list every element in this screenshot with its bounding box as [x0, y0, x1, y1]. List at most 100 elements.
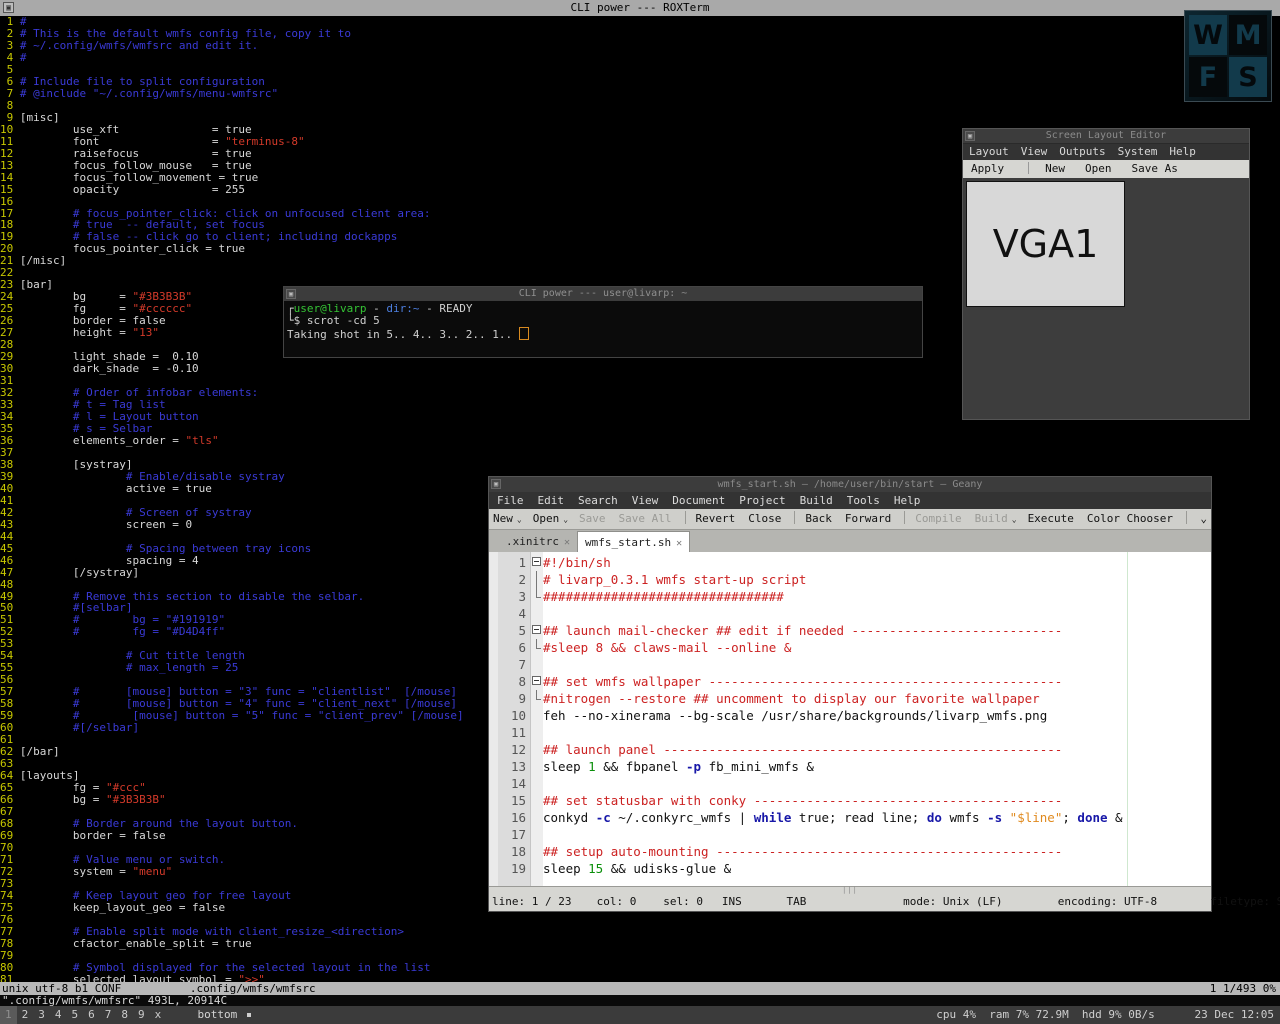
menu-item-help[interactable]: Help [894, 494, 921, 507]
menu-item-project[interactable]: Project [739, 494, 785, 507]
chevron-down-icon[interactable]: ⌄ [517, 515, 522, 524]
tag-x[interactable]: x [150, 1006, 167, 1024]
vim-command-line: ".config/wmfs/wmfsrc" 493L, 20914C [0, 995, 1280, 1006]
editor-source-code[interactable]: #!/bin/sh # livarp_0.3.1 wmfs start-up s… [543, 554, 1123, 877]
screen-layout-canvas[interactable]: VGA1 [963, 178, 1249, 419]
secondary-terminal-body[interactable]: ┌user@livarp - dir:~ - READY └$ scrot -c… [284, 301, 922, 343]
status-filetype: filetype: Sh [1210, 893, 1280, 910]
fold-toggle-icon[interactable] [532, 673, 542, 690]
window-menu-icon[interactable]: ▣ [286, 289, 296, 299]
secondary-terminal-title-text: CLI power --- user@livarp: ~ [519, 288, 688, 299]
tag-4[interactable]: 4 [50, 1006, 67, 1024]
screen-layout-editor-titlebar[interactable]: ▣ Screen Layout Editor [963, 129, 1249, 144]
tag-3[interactable]: 3 [33, 1006, 50, 1024]
fold-toggle-icon[interactable] [532, 622, 542, 639]
status-indent-mode: TAB [787, 893, 897, 910]
toolbar-separator [685, 511, 686, 524]
roxterm-titlebar[interactable]: ▣ CLI power --- ROXTerm [0, 0, 1280, 16]
menu-item-document[interactable]: Document [672, 494, 725, 507]
menu-item-file[interactable]: File [497, 494, 524, 507]
secondary-terminal-titlebar[interactable]: ▣ CLI power --- user@livarp: ~ [284, 287, 922, 301]
geany-title-text: wmfs_start.sh – /home/user/bin/start – G… [718, 479, 983, 490]
tag-6[interactable]: 6 [83, 1006, 100, 1024]
toolbar-color-chooser-button[interactable]: Color Chooser [1087, 509, 1173, 529]
toolbar-revert-button[interactable]: Revert [696, 509, 736, 529]
fold-end-icon[interactable] [532, 588, 542, 605]
toolbar-forward-button[interactable]: Forward [845, 509, 891, 529]
toolbar-new-button[interactable]: New [493, 509, 513, 529]
toolbar-save-button: Save [579, 509, 606, 529]
save-as-button[interactable]: Save As [1132, 162, 1178, 175]
line-numbers: 1 2 3 4 5 6 7 8 9 10 11 12 13 14 15 16 1… [498, 552, 530, 877]
window-menu-icon[interactable]: ▣ [491, 479, 501, 489]
toolbar-save-all-button: Save All [619, 509, 672, 529]
infobar-status-text: cpu 4% ram 7% 72.9M hdd 9% 0B/s 23 Dec 1… [936, 1006, 1274, 1024]
fold-toggle-icon[interactable] [532, 554, 542, 571]
wmfs-logo-letter-f: F [1189, 57, 1227, 97]
toolbar-execute-button[interactable]: Execute [1028, 509, 1074, 529]
screen-layout-editor-title-text: Screen Layout Editor [1046, 130, 1166, 141]
screen-layout-editor-toolbar[interactable]: Apply New Open Save As [963, 160, 1249, 179]
tag-1[interactable]: 1 [0, 1006, 17, 1024]
menu-item-tools[interactable]: Tools [847, 494, 880, 507]
toolbar-open-button[interactable]: Open [533, 509, 560, 529]
menu-item-search[interactable]: Search [578, 494, 618, 507]
geany-titlebar[interactable]: ▣ wmfs_start.sh – /home/user/bin/start –… [489, 477, 1211, 492]
prompt-dash-2: - [419, 302, 439, 315]
status-encoding: encoding: UTF-8 [1058, 893, 1204, 910]
toolbar-close-button[interactable]: Close [748, 509, 781, 529]
screen-layout-editor-window[interactable]: ▣ Screen Layout Editor Layout View Outputs… [962, 128, 1250, 420]
menu-item-outputs[interactable]: Outputs [1059, 145, 1105, 158]
wmfs-infobar[interactable]: 123456789x bottom cpu 4% ram 7% 72.9M hd… [0, 1006, 1280, 1024]
geany-window[interactable]: ▣ wmfs_start.sh – /home/user/bin/start –… [488, 476, 1212, 912]
tag-2[interactable]: 2 [17, 1006, 34, 1024]
fold-line-icon[interactable] [532, 571, 542, 588]
menu-item-system[interactable]: System [1118, 145, 1158, 158]
secondary-terminal-window[interactable]: ▣ CLI power --- user@livarp: ~ ┌user@liv… [283, 286, 923, 358]
prompt-state: READY [439, 302, 472, 315]
status-eol-mode: mode: Unix (LF) [903, 893, 1051, 910]
screen-layout-editor-menubar[interactable]: Layout View Outputs System Help [963, 144, 1249, 160]
selbar-client-title[interactable]: bottom [192, 1006, 238, 1024]
menu-item-help[interactable]: Help [1169, 145, 1196, 158]
tag-9[interactable]: 9 [133, 1006, 150, 1024]
status-sel: sel: 0 [663, 893, 715, 910]
vim-status-position: 1 1/493 0% [1210, 982, 1280, 995]
menu-item-view[interactable]: View [632, 494, 659, 507]
geany-editor-area[interactable]: 1 2 3 4 5 6 7 8 9 10 11 12 13 14 15 16 1… [489, 552, 1211, 886]
wmfs-logo-dockapp: W M F S [1184, 10, 1272, 102]
chevron-down-icon[interactable]: ⌄ [563, 515, 568, 524]
toolbar-back-button[interactable]: Back [805, 509, 832, 529]
menu-item-build[interactable]: Build [800, 494, 833, 507]
tag-8[interactable]: 8 [116, 1006, 133, 1024]
geany-menubar[interactable]: File Edit Search View Document Project Build To… [489, 492, 1211, 509]
status-col: col: 0 [597, 893, 657, 910]
tab--xinitrc[interactable]: .xinitrc✕ [499, 531, 577, 552]
geany-toolbar[interactable]: New⌄Open⌄SaveSave AllRevertCloseBackForw… [489, 509, 1211, 530]
toolbar-separator [1186, 511, 1187, 524]
window-menu-icon[interactable]: ▣ [3, 2, 14, 13]
chevron-down-icon[interactable]: ⌄ [1012, 515, 1017, 524]
menu-item-edit[interactable]: Edit [538, 494, 565, 507]
output-vga1[interactable]: VGA1 [966, 181, 1125, 307]
new-button[interactable]: New [1045, 162, 1065, 175]
tag-list[interactable]: 123456789x [0, 1008, 166, 1021]
menu-item-view[interactable]: View [1021, 145, 1048, 158]
fold-end-icon[interactable] [532, 690, 542, 707]
editor-fold-margin[interactable] [531, 552, 543, 886]
geany-document-tabs[interactable]: .xinitrc✕wmfs_start.sh✕ [489, 530, 1211, 553]
tag-5[interactable]: 5 [67, 1006, 84, 1024]
menu-item-layout[interactable]: Layout [969, 145, 1009, 158]
fold-end-icon[interactable] [532, 639, 542, 656]
tag-7[interactable]: 7 [100, 1006, 117, 1024]
close-icon[interactable]: ✕ [564, 537, 570, 548]
close-icon[interactable]: ✕ [676, 538, 682, 549]
toolbar-separator [794, 511, 795, 524]
tab-wmfs-start-sh[interactable]: wmfs_start.sh✕ [577, 531, 690, 552]
toolbar-overflow-icon[interactable]: ⌄ [1200, 509, 1207, 529]
open-button[interactable]: Open [1085, 162, 1112, 175]
terminal-cursor [519, 327, 529, 340]
window-menu-icon[interactable]: ▣ [965, 131, 975, 141]
prompt-directory: dir:~ [386, 302, 419, 315]
apply-button[interactable]: Apply [971, 162, 1004, 175]
